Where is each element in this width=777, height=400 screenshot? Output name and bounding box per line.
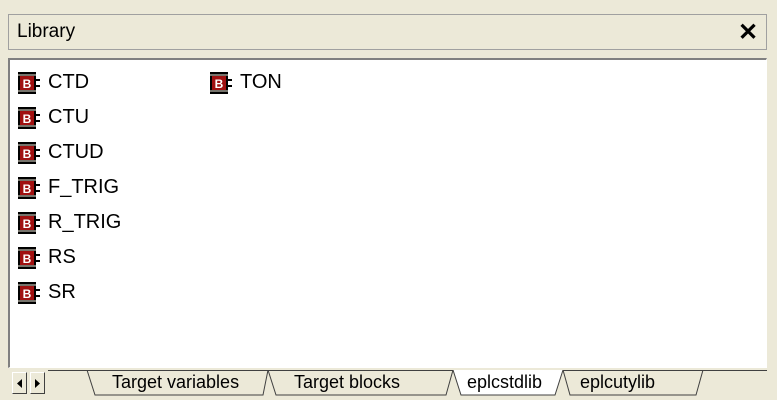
library-item-ctud[interactable]: CTUD: [18, 135, 121, 170]
tab-target-variables[interactable]: Target variables: [112, 372, 239, 393]
library-item-label: F_TRIG: [48, 176, 120, 198]
tab-eplcstdlib[interactable]: eplcstdlib: [467, 372, 542, 393]
tab-target-blocks[interactable]: Target blocks: [294, 372, 400, 393]
function-block-icon: [18, 246, 41, 269]
library-item-ctd[interactable]: CTD: [18, 65, 121, 100]
library-column-1: CTD CTU CTUD F_TRIG R_TRIG RS SR: [18, 65, 121, 310]
library-titlebar: Library ✕: [8, 14, 767, 50]
library-item-ctu[interactable]: CTU: [18, 100, 121, 135]
close-icon: ✕: [737, 18, 759, 46]
panel-title: Library: [17, 21, 76, 42]
library-item-sr[interactable]: SR: [18, 275, 121, 310]
close-button[interactable]: ✕: [734, 17, 762, 47]
library-item-label: CTD: [48, 71, 90, 93]
library-list[interactable]: CTD CTU CTUD F_TRIG R_TRIG RS SR TON: [8, 58, 767, 368]
library-panel: Library ✕ CTD CTU CTUD F_TRIG R_TRIG RS …: [8, 14, 767, 397]
function-block-icon: [210, 71, 233, 94]
library-item-label: SR: [48, 281, 76, 303]
tab-eplcutylib[interactable]: eplcutylib: [580, 372, 655, 393]
library-column-2: TON: [210, 65, 282, 100]
library-item-r-trig[interactable]: R_TRIG: [18, 205, 121, 240]
library-item-ton[interactable]: TON: [210, 65, 282, 100]
library-item-label: CTUD: [48, 141, 104, 163]
function-block-icon: [18, 281, 41, 304]
function-block-icon: [18, 106, 41, 129]
library-item-label: RS: [48, 246, 76, 268]
function-block-icon: [18, 71, 41, 94]
library-item-label: R_TRIG: [48, 211, 122, 233]
function-block-icon: [18, 141, 41, 164]
library-item-f-trig[interactable]: F_TRIG: [18, 170, 121, 205]
library-item-rs[interactable]: RS: [18, 240, 121, 275]
function-block-icon: [18, 211, 41, 234]
library-tab-bar: Target variables Target blocks eplcstdli…: [8, 370, 767, 397]
library-item-label: CTU: [48, 106, 90, 128]
function-block-icon: [18, 176, 41, 199]
library-item-label: TON: [240, 71, 282, 93]
